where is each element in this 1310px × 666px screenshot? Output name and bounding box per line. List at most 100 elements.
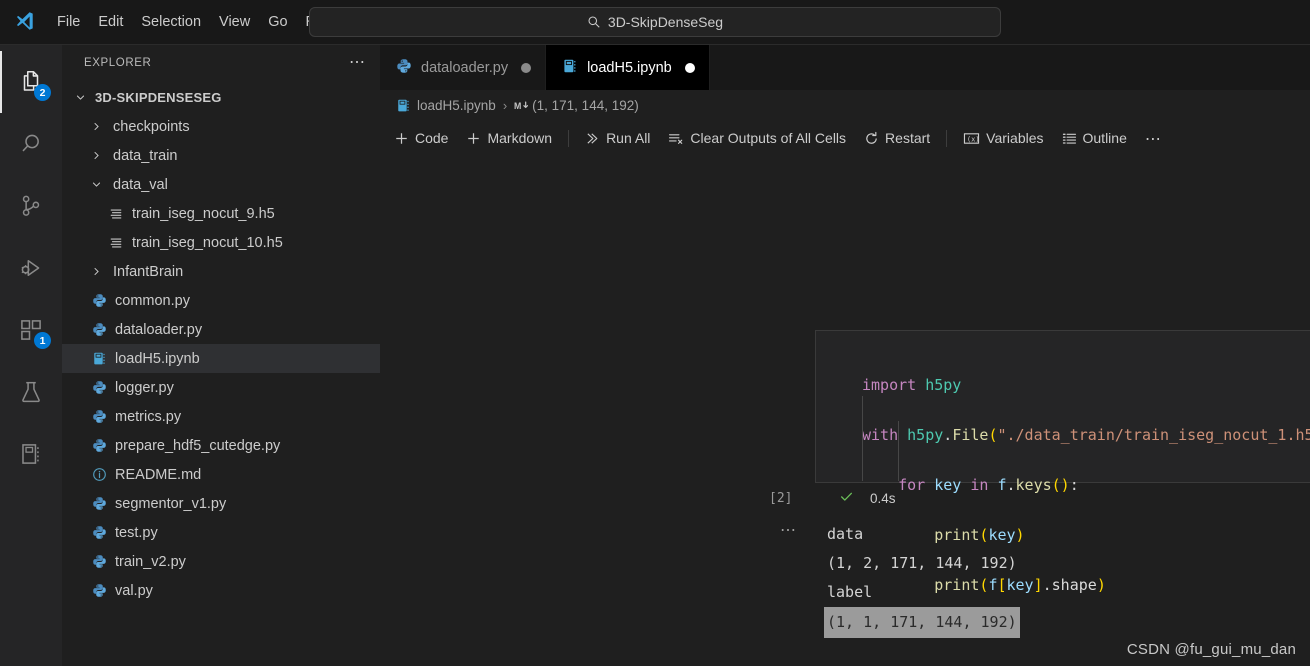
h5-file-icon [105,236,127,250]
activitybar-item-extensions[interactable]: 1 [0,299,62,361]
command-center[interactable]: 3D-SkipDenseSeg [309,7,1001,37]
dirty-indicator-icon[interactable] [521,62,532,73]
chevron-down-icon [72,92,89,103]
run-all-label: Run All [606,130,651,146]
outline-button[interactable]: Outline [1053,127,1136,149]
output-more-actions-ellipsis-icon[interactable]: ⋯ [780,523,798,539]
activitybar-item-source-control[interactable] [0,175,62,237]
toolbar-more-button[interactable]: ⋯ [1136,128,1171,148]
python-file-icon [88,409,110,424]
variables-button[interactable]: (x) Variables [954,127,1052,149]
tree-item-prepare-hdf5-cutedge-py[interactable]: prepare_hdf5_cutedge.py [62,431,380,460]
tree-item-readme-md[interactable]: README.md [62,460,380,489]
workbench-body: 2 1 EXPLORER ⋯ 3D-SKIPDENSESEG checkpoin… [0,45,1310,666]
python-file-icon [88,583,110,598]
tree-item-data-val[interactable]: data_val [62,170,380,199]
outline-label: Outline [1082,130,1127,146]
notebook-toolbar: Code Markdown Run All Clear Outputs of A… [380,121,1310,155]
dirty-indicator-icon[interactable] [684,62,695,73]
tree-item-checkpoints[interactable]: checkpoints [62,112,380,141]
variables-label: Variables [986,130,1044,146]
tree-item-label: prepare_hdf5_cutedge.py [115,437,281,454]
run-debug-icon [21,259,40,277]
markdown-icon: M [514,100,530,111]
tree-item-logger-py[interactable]: logger.py [62,373,380,402]
tree-item-dataloader-py[interactable]: dataloader.py [62,315,380,344]
output-text: data (1, 2, 171, 144, 192) label (1, 1, … [824,520,1310,638]
breadcrumb: loadH5.ipynb › M (1, 171, 144, 192) [380,90,1310,121]
activitybar-item-explorer[interactable]: 2 [0,51,62,113]
restart-button[interactable]: Restart [855,127,939,149]
plus-icon [394,131,409,146]
activitybar-item-search[interactable] [0,113,62,175]
activitybar-item-run-and-debug[interactable] [0,237,62,299]
notebook-file-icon [396,98,411,113]
file-tree: 3D-SKIPDENSESEG checkpoints data_train d… [62,81,380,666]
tree-item-train-iseg-nocut-9[interactable]: train_iseg_nocut_9.h5 [62,199,380,228]
output-line: (1, 2, 171, 144, 192) [827,549,1310,578]
run-all-button[interactable]: Run All [576,127,659,149]
sidebar-header: EXPLORER ⋯ [62,45,380,81]
execution-time: 0.4s [870,490,896,506]
ellipsis-icon: ⋯ [1144,131,1162,148]
menu-item-view[interactable]: View [210,8,259,36]
code-line-3: for key in f.keys(): [898,476,1079,494]
breadcrumb-cell[interactable]: (1, 171, 144, 192) [532,98,639,113]
tree-root-label: 3D-SKIPDENSESEG [95,90,222,105]
check-icon [839,489,854,507]
menu-item-edit[interactable]: Edit [89,8,132,36]
tab-dataloader-py[interactable]: dataloader.py [380,45,547,90]
python-file-icon [88,293,110,308]
tree-item-label: README.md [115,466,202,483]
vscode-logo-icon [0,10,48,34]
restart-label: Restart [885,130,931,146]
add-code-cell-button[interactable]: Code [385,127,457,149]
sidebar-explorer: EXPLORER ⋯ 3D-SKIPDENSESEG checkpoints d… [62,45,380,666]
watermark-text: CSDN @fu_gui_mu_dan [1126,641,1296,658]
python-file-icon [88,496,110,511]
toolbar-separator [946,129,948,147]
search-icon [588,16,600,28]
editor-group: dataloader.py loadH5.ipynb loadH5.ipynb … [380,45,1310,666]
add-markdown-label: Markdown [487,130,553,146]
clear-outputs-button[interactable]: Clear Outputs of All Cells [659,127,855,149]
menu-item-go[interactable]: Go [259,8,296,36]
tree-item-segmentor-v1-py[interactable]: segmentor_v1.py [62,489,380,518]
chevron-down-icon [88,179,105,190]
menu-item-file[interactable]: File [48,8,89,36]
output-line-text: label [827,583,873,601]
clear-outputs-label: Clear Outputs of All Cells [690,130,847,146]
tab-loadh5-ipynb[interactable]: loadH5.ipynb [546,45,710,90]
variables-icon: (x) [963,131,980,146]
h5-file-icon [105,207,127,221]
tree-item-infantbrain[interactable]: InfantBrain [62,257,380,286]
search-icon [22,134,39,152]
activity-bar: 2 1 [0,45,62,666]
explorer-badge: 2 [34,84,51,101]
notebook-code-cell[interactable]: import h5py with h5py.File("./data_train… [815,330,1310,594]
tree-item-train-iseg-nocut-10[interactable]: train_iseg_nocut_10.h5 [62,228,380,257]
tree-item-train-v2-py[interactable]: train_v2.py [62,547,380,576]
info-file-icon [88,467,110,482]
outline-icon [1062,131,1077,146]
tree-item-loadh5-ipynb[interactable]: loadH5.ipynb [62,344,380,373]
add-markdown-cell-button[interactable]: Markdown [457,127,561,149]
tree-item-metrics-py[interactable]: metrics.py [62,402,380,431]
ellipsis-icon[interactable]: ⋯ [349,55,366,71]
tree-item-common-py[interactable]: common.py [62,286,380,315]
tree-item-label: common.py [115,292,190,309]
tree-item-data-train[interactable]: data_train [62,141,380,170]
tree-item-val-py[interactable]: val.py [62,576,380,605]
activitybar-item-notebook[interactable] [0,423,62,485]
notebook-editor[interactable]: import h5py with h5py.File("./data_train… [380,155,1310,666]
clear-all-icon [668,131,684,146]
tree-item-test-py[interactable]: test.py [62,518,380,547]
menu-item-selection[interactable]: Selection [132,8,210,36]
execution-status-group: 0.4s [839,489,896,507]
toolbar-separator [568,129,570,147]
code-line-2: with h5py.File("./data_train/train_iseg_… [862,426,1310,444]
tree-root-3d-skipdenseseg[interactable]: 3D-SKIPDENSESEG [62,83,380,112]
breadcrumb-file[interactable]: loadH5.ipynb [417,98,496,113]
chevron-right-icon [88,266,105,277]
activitybar-item-testing[interactable] [0,361,62,423]
